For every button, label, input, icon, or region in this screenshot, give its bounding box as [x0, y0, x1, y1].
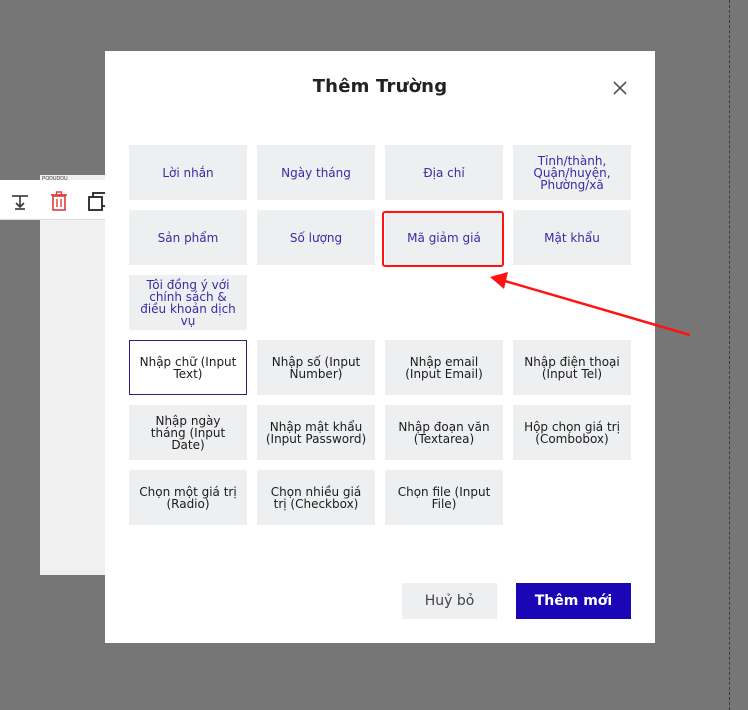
option-input-file[interactable]: Chọn file (Input File)	[385, 470, 503, 525]
option-san-pham[interactable]: Sản phẩm	[129, 210, 247, 265]
trash-icon[interactable]	[48, 190, 70, 212]
option-radio[interactable]: Chọn một giá trị (Radio)	[129, 470, 247, 525]
option-combobox[interactable]: Hộp chọn giá trị (Combobox)	[513, 405, 631, 460]
option-input-email[interactable]: Nhập email (Input Email)	[385, 340, 503, 395]
align-icon[interactable]	[9, 190, 31, 212]
annotation-highlight-box	[382, 211, 504, 267]
option-mat-khau[interactable]: Mật khẩu	[513, 210, 631, 265]
background-page: PODUDOU	[40, 175, 110, 575]
option-loi-nhan[interactable]: Lời nhắn	[129, 145, 247, 200]
option-textarea[interactable]: Nhập đoạn văn (Textarea)	[385, 405, 503, 460]
option-ngay-thang[interactable]: Ngày tháng	[257, 145, 375, 200]
option-checkbox[interactable]: Chọn nhiều giá trị (Checkbox)	[257, 470, 375, 525]
option-so-luong[interactable]: Số lượng	[257, 210, 375, 265]
close-icon[interactable]	[610, 78, 630, 98]
background-toolbar	[0, 180, 110, 220]
option-tinh-quan-phuong[interactable]: Tỉnh/thành, Quận/huyện, Phường/xã	[513, 145, 631, 200]
option-input-password[interactable]: Nhập mật khẩu (Input Password)	[257, 405, 375, 460]
option-dong-y-chinh-sach[interactable]: Tôi đồng ý với chính sách & điều khoản d…	[129, 275, 247, 330]
option-dia-chi[interactable]: Địa chỉ	[385, 145, 503, 200]
add-new-button[interactable]: Thêm mới	[516, 583, 631, 619]
option-input-text[interactable]: Nhập chữ (Input Text)	[129, 340, 247, 395]
guide-line	[729, 0, 730, 710]
add-field-modal: Thêm Trường Lời nhắn Ngày tháng Địa chỉ …	[105, 51, 655, 643]
cancel-button[interactable]: Huỷ bỏ	[402, 583, 497, 619]
modal-title: Thêm Trường	[312, 76, 448, 97]
option-input-number[interactable]: Nhập số (Input Number)	[257, 340, 375, 395]
option-input-tel[interactable]: Nhập điện thoại (Input Tel)	[513, 340, 631, 395]
option-input-date[interactable]: Nhập ngày tháng (Input Date)	[129, 405, 247, 460]
